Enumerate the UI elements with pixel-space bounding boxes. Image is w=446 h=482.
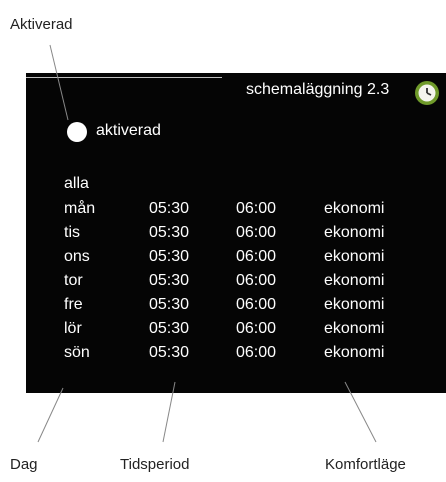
comfort-mode: ekonomi [324, 296, 385, 313]
end-time: 06:00 [236, 248, 277, 265]
day-label: lör [64, 320, 82, 337]
display-screen: schemaläggning 2.3 aktiverad alla mån 05… [26, 73, 446, 393]
title-divider [26, 77, 222, 78]
day-label: mån [64, 200, 96, 217]
comfort-mode: ekonomi [324, 344, 385, 361]
schedule-all-row[interactable]: alla [26, 175, 446, 195]
end-time: 06:00 [236, 296, 277, 313]
schedule-row-wed[interactable]: ons 05:30 06:00 ekonomi [26, 248, 446, 268]
day-label: tor [64, 272, 83, 289]
end-time: 06:00 [236, 344, 277, 361]
comfort-mode: ekonomi [324, 200, 385, 217]
end-time: 06:00 [236, 200, 277, 217]
start-time: 05:30 [149, 296, 190, 313]
start-time: 05:30 [149, 200, 190, 217]
clock-icon [415, 81, 439, 105]
start-time: 05:30 [149, 224, 190, 241]
callout-komfortlage: Komfortläge [325, 456, 406, 473]
screen-title: schemaläggning 2.3 [246, 81, 390, 98]
end-time: 06:00 [236, 224, 277, 241]
start-time: 05:30 [149, 248, 190, 265]
end-time: 06:00 [236, 272, 277, 289]
schedule-row-tue[interactable]: tis 05:30 06:00 ekonomi [26, 224, 446, 244]
callout-aktiverad: Aktiverad [10, 16, 73, 33]
comfort-mode: ekonomi [324, 224, 385, 241]
schedule-row-sun[interactable]: sön 05:30 06:00 ekonomi [26, 344, 446, 364]
activated-radio-button[interactable] [67, 122, 87, 142]
schedule-row-sat[interactable]: lör 05:30 06:00 ekonomi [26, 320, 446, 340]
leader-line-dag [37, 387, 64, 443]
activated-label: aktiverad [96, 122, 161, 139]
schedule-row-thu[interactable]: tor 05:30 06:00 ekonomi [26, 272, 446, 292]
schedule-row-mon[interactable]: mån 05:30 06:00 ekonomi [26, 200, 446, 220]
comfort-mode: ekonomi [324, 248, 385, 265]
callout-dag: Dag [10, 456, 38, 473]
start-time: 05:30 [149, 344, 190, 361]
start-time: 05:30 [149, 272, 190, 289]
day-label: ons [64, 248, 90, 265]
schedule-row-fri[interactable]: fre 05:30 06:00 ekonomi [26, 296, 446, 316]
day-label: tis [64, 224, 80, 241]
day-label: fre [64, 296, 83, 313]
day-label: sön [64, 344, 90, 361]
callout-tidsperiod: Tidsperiod [120, 456, 190, 473]
all-days-label: alla [64, 175, 89, 192]
end-time: 06:00 [236, 320, 277, 337]
start-time: 05:30 [149, 320, 190, 337]
comfort-mode: ekonomi [324, 272, 385, 289]
comfort-mode: ekonomi [324, 320, 385, 337]
